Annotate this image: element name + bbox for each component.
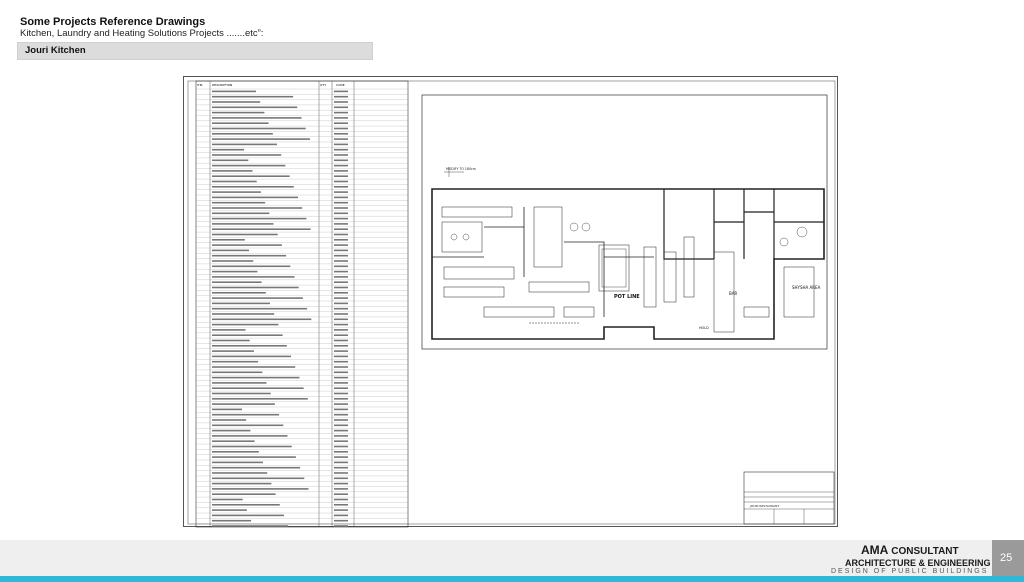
brand-name-bold: AMA <box>861 543 888 557</box>
equipment-legend-table: ITM. DESCRIPTION QTY. CODE <box>195 80 409 528</box>
label-modify: MODIFY TO 180cm <box>446 167 476 171</box>
page-subtitle: Kitchen, Laundry and Heating Solutions P… <box>20 28 264 39</box>
page-number: 25 <box>1000 552 1013 564</box>
label-shysha: SHYSHA AREA <box>792 285 821 290</box>
kitchen-drawing: ITM. DESCRIPTION QTY. CODE MODIFY TO 180… <box>183 76 838 528</box>
section-label: Jouri Kitchen <box>25 45 86 56</box>
legend-header-description: DESCRIPTION <box>212 83 232 87</box>
brand-name: AMA CONSULTANT <box>861 543 959 557</box>
label-bar: BAR <box>729 291 737 296</box>
brand-tagline: ARCHITECTURE & ENGINEERING <box>845 558 991 568</box>
floor-plan <box>421 94 828 350</box>
label-hold: HOLD <box>699 326 709 330</box>
label-pot-line: POT LINE <box>614 294 640 300</box>
section-header-bar: Jouri Kitchen <box>17 42 373 60</box>
legend-header-qty: QTY. <box>320 83 326 87</box>
title-block-project: JOURI RESTAURANT <box>749 504 779 508</box>
brand-name-rest: CONSULTANT <box>891 546 959 557</box>
legend-header-code: CODE <box>336 83 345 87</box>
footer-accent-line <box>0 576 1024 582</box>
brand-subtagline: DESIGN OF PUBLIC BUILDINGS <box>831 568 989 575</box>
drawing-svg: ITM. DESCRIPTION QTY. CODE MODIFY TO 180… <box>187 80 836 528</box>
title-block <box>743 471 835 525</box>
legend-header-itm: ITM. <box>197 83 203 87</box>
page-title: Some Projects Reference Drawings <box>20 16 206 28</box>
